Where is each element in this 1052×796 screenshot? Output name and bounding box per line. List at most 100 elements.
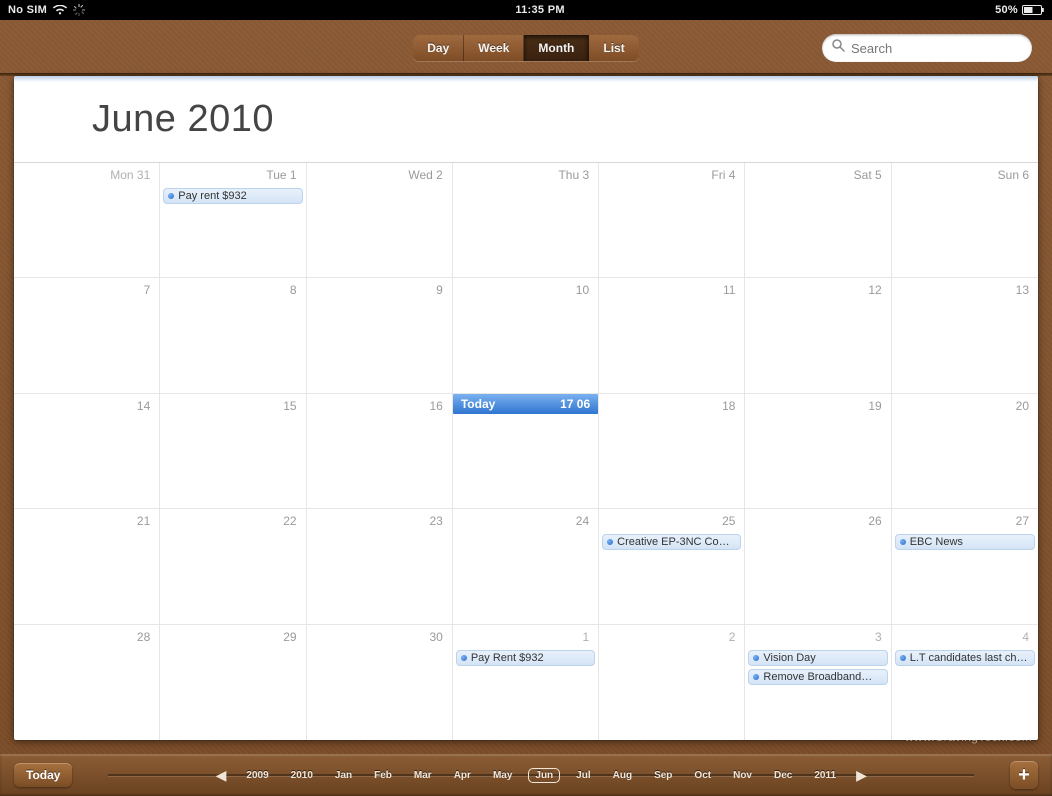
day-cell[interactable]: 19 [745,394,891,508]
day-cell[interactable]: 13 [892,278,1038,392]
day-number: 22 [163,511,302,531]
event-dot-icon [607,539,613,545]
day-cell[interactable]: 18 [599,394,745,508]
wifi-icon [53,5,67,15]
day-cell[interactable]: 8 [160,278,306,392]
battery-icon [1022,5,1044,15]
day-cell[interactable]: 29 [160,625,306,740]
timeline-track: ◀ 2009 2010 Jan Feb Mar Apr May Jun Jul Aug Sep Oct N… [72,767,1010,784]
year-2010[interactable]: 2010 [285,768,319,783]
day-cell[interactable]: 16 [307,394,453,508]
calendar-event[interactable]: Pay rent $932 [163,188,302,204]
day-number: 25 [602,511,741,531]
day-number: 18 [602,396,741,416]
day-number: Wed 2 [310,165,449,185]
event-title: EBC News [910,536,963,548]
month-oct[interactable]: Oct [688,768,717,783]
day-number: 27 [895,511,1035,531]
day-number: 13 [895,280,1035,300]
day-number: Fri 4 [602,165,741,185]
month-nov[interactable]: Nov [727,768,758,783]
day-number: 14 [17,396,156,416]
month-apr[interactable]: Apr [448,768,477,783]
month-aug[interactable]: Aug [607,768,638,783]
spinner-icon [73,4,85,16]
event-dot-icon [900,655,906,661]
day-cell[interactable]: Wed 2 [307,163,453,277]
day-cell[interactable]: 30 [307,625,453,740]
day-cell[interactable]: Tue 1 Pay rent $932 [160,163,306,277]
view-tab-week[interactable]: Week [464,35,524,61]
day-number: 16 [310,396,449,416]
month-jan[interactable]: Jan [329,768,358,783]
day-cell[interactable]: 12 [745,278,891,392]
event-title: L.T candidates last ch… [910,652,1028,664]
calendar-event[interactable]: EBC News [895,534,1035,550]
year-2009[interactable]: 2009 [240,768,274,783]
month-mar[interactable]: Mar [408,768,438,783]
calendar-event[interactable]: L.T candidates last ch… [895,650,1035,666]
day-cell[interactable]: 24 [453,509,599,623]
calendar-event[interactable]: Vision Day [748,650,887,666]
day-cell[interactable]: 21 [14,509,160,623]
day-cell[interactable]: Mon 31 [14,163,160,277]
sim-status: No SIM [8,4,47,16]
year-2011[interactable]: 2011 [808,768,842,783]
today-highlight: Today17 06 [453,394,598,414]
search-input[interactable] [851,41,1022,56]
today-button[interactable]: Today [14,763,72,787]
day-cell[interactable]: 20 [892,394,1038,508]
day-cell[interactable]: Thu 3 [453,163,599,277]
next-arrow-icon[interactable]: ▶ [852,767,871,784]
day-number: Sat 5 [748,165,887,185]
view-tab-day[interactable]: Day [413,35,464,61]
bottombar: Today ◀ 2009 2010 Jan Feb Mar Apr May Jun Jul Aug S… [0,754,1052,796]
day-cell[interactable]: 2 [599,625,745,740]
day-cell[interactable]: 14 [14,394,160,508]
day-cell[interactable]: 27 EBC News [892,509,1038,623]
day-cell[interactable]: 26 [745,509,891,623]
day-cell[interactable]: Today17 06 [453,394,599,508]
day-cell[interactable]: 7 [14,278,160,392]
day-cell[interactable]: 23 [307,509,453,623]
day-cell[interactable]: Sun 6 [892,163,1038,277]
day-number: 7 [17,280,156,300]
day-number: 26 [748,511,887,531]
month-feb[interactable]: Feb [368,768,398,783]
day-cell[interactable]: 9 [307,278,453,392]
month-jun[interactable]: Jun [528,768,560,783]
calendar-event[interactable]: Creative EP-3NC Co… [602,534,741,550]
day-number: Tue 1 [163,165,302,185]
day-number: 20 [895,396,1035,416]
day-cell[interactable]: Fri 4 [599,163,745,277]
day-cell[interactable]: 10 [453,278,599,392]
day-cell[interactable]: 11 [599,278,745,392]
day-cell[interactable]: 28 [14,625,160,740]
view-tab-list[interactable]: List [589,35,638,61]
week-row: Mon 31 Tue 1 Pay rent $932 Wed 2Thu 3Fri 4 S… [14,163,1038,278]
day-cell[interactable]: 15 [160,394,306,508]
month-grid: Mon 31 Tue 1 Pay rent $932 Wed 2Thu 3Fri 4 S… [14,162,1038,740]
calendar-event[interactable]: Pay Rent $932 [456,650,595,666]
month-jul[interactable]: Jul [570,768,596,783]
day-number: 28 [17,627,156,647]
day-cell[interactable]: Sat 5 [745,163,891,277]
prev-arrow-icon[interactable]: ◀ [212,767,231,784]
month-may[interactable]: May [487,768,518,783]
add-event-button[interactable]: + [1010,761,1038,789]
day-cell[interactable]: 3Vision DayRemove Broadband… [745,625,891,740]
day-number: 15 [163,396,302,416]
search-field[interactable] [822,34,1032,62]
month-dec[interactable]: Dec [768,768,798,783]
event-dot-icon [753,655,759,661]
month-sep[interactable]: Sep [648,768,678,783]
calendar-event[interactable]: Remove Broadband… [748,669,887,685]
day-cell[interactable]: 25 Creative EP-3NC Co… [599,509,745,623]
day-number: Mon 31 [17,165,156,185]
view-tab-month[interactable]: Month [524,35,589,61]
day-cell[interactable]: 22 [160,509,306,623]
day-number: 2 [602,627,741,647]
day-number: 9 [310,280,449,300]
day-cell[interactable]: 1Pay Rent $932 [453,625,599,740]
day-cell[interactable]: 4L.T candidates last ch… [892,625,1038,740]
